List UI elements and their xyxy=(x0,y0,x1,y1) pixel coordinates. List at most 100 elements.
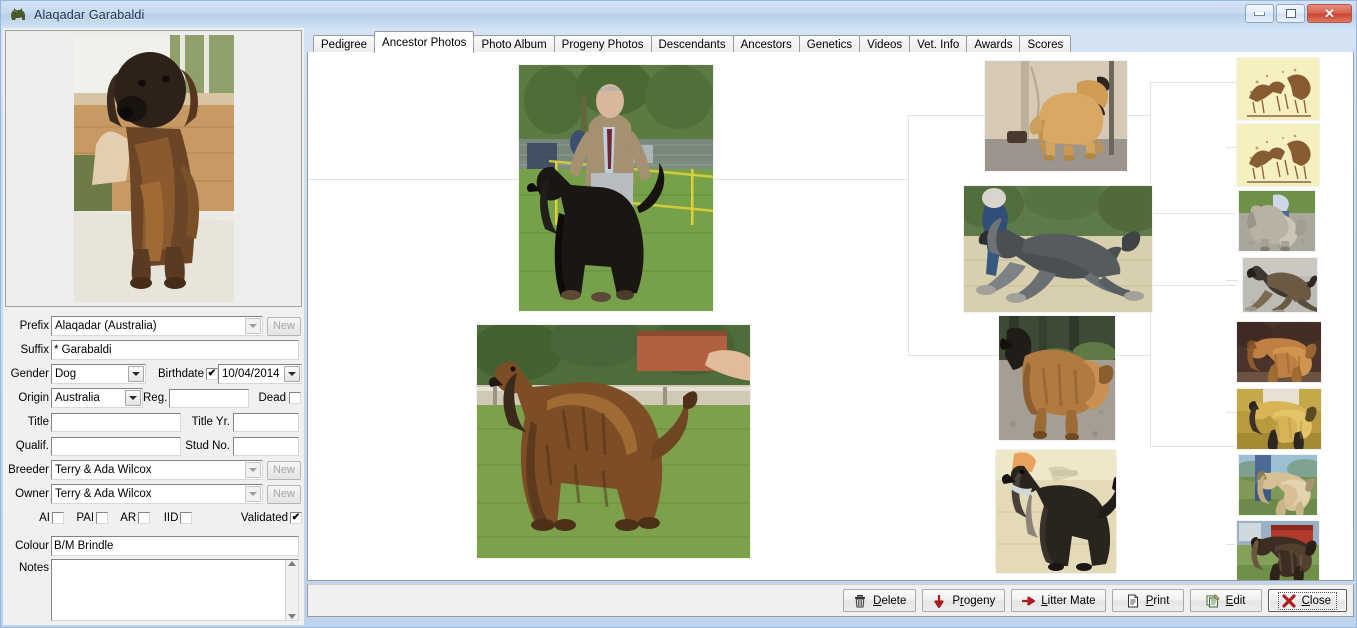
edit-icon xyxy=(1206,593,1220,608)
pedigree-photo-gg6[interactable] xyxy=(1236,388,1322,450)
dog-portrait-frame[interactable] xyxy=(5,30,302,307)
qualif-row: Qualif. Stud No. xyxy=(5,435,302,457)
chevron-down-icon[interactable] xyxy=(284,366,300,382)
birthdate-combo[interactable]: 10/04/2014 xyxy=(218,364,302,384)
birthdate-checkbox[interactable]: ✔ xyxy=(206,368,218,380)
qualif-input[interactable] xyxy=(51,436,181,456)
reg-input[interactable] xyxy=(169,388,249,408)
pedigree-photo-gg5[interactable] xyxy=(1236,321,1322,383)
scroll-down-icon[interactable] xyxy=(288,614,296,619)
title-yr-label: Title Yr. xyxy=(191,416,230,428)
breeder-combo[interactable]: Terry & Ada Wilcox xyxy=(51,460,263,480)
right-arrow-icon xyxy=(1021,594,1036,608)
pedigree-photo-sire-dam[interactable] xyxy=(995,449,1117,574)
progeny-button[interactable]: Progeny xyxy=(922,589,1006,612)
print-button[interactable]: Print xyxy=(1111,589,1184,612)
tab-ancestor-photos[interactable]: Ancestor Photos xyxy=(374,31,475,53)
iid-checkbox[interactable] xyxy=(180,512,193,524)
iid-label: IID xyxy=(163,512,179,524)
scroll-up-icon[interactable] xyxy=(288,561,296,566)
owner-row: Owner Terry & Ada Wilcox New xyxy=(5,483,302,505)
tab-descendants[interactable]: Descendants xyxy=(650,35,734,53)
close-button-action[interactable]: Close xyxy=(1267,589,1347,612)
owner-new-button[interactable]: New xyxy=(267,484,301,504)
trash-icon xyxy=(853,594,867,608)
close-icon: ✕ xyxy=(1324,6,1335,21)
suffix-input[interactable]: * Garabaldi xyxy=(51,340,299,360)
tab-bar: Pedigree Ancestor Photos Photo Album Pro… xyxy=(307,28,1354,53)
notes-scrollbar[interactable] xyxy=(285,560,298,620)
ai-checkbox[interactable] xyxy=(52,512,65,524)
chevron-down-icon[interactable] xyxy=(128,366,144,382)
pedigree-photo-gg1[interactable] xyxy=(1236,57,1320,121)
progeny-label: Progeny xyxy=(952,594,996,607)
pedigree-photo-gg7[interactable] xyxy=(1238,454,1318,516)
title-yr-input[interactable] xyxy=(233,412,299,432)
gender-birthdate-row: Gender Dog Birthdate ✔ 10/04/2014 xyxy=(5,363,302,385)
chevron-down-icon[interactable] xyxy=(245,486,261,502)
dog-form: Prefix Alaqadar (Australia) New Suffix *… xyxy=(5,313,302,623)
chevron-down-icon[interactable] xyxy=(245,318,261,334)
tab-vet-info[interactable]: Vet. Info xyxy=(909,35,968,53)
prefix-combo[interactable]: Alaqadar (Australia) xyxy=(51,316,263,336)
dog-icon xyxy=(9,7,27,23)
status-strip xyxy=(307,617,1354,625)
origin-value: Australia xyxy=(55,392,100,404)
tab-pedigree[interactable]: Pedigree xyxy=(313,35,376,53)
litter-mate-button[interactable]: Litter Mate xyxy=(1011,589,1106,612)
birthdate-label: Birthdate xyxy=(157,368,204,380)
chevron-down-icon[interactable] xyxy=(125,390,141,406)
chevron-down-icon[interactable] xyxy=(245,462,261,478)
dead-checkbox[interactable] xyxy=(289,392,301,404)
maximize-icon xyxy=(1285,9,1296,18)
connector-line xyxy=(1226,280,1238,281)
delete-button[interactable]: Delete xyxy=(843,589,917,612)
pedigree-photo-sire[interactable] xyxy=(984,60,1128,172)
tab-photo-album[interactable]: Photo Album xyxy=(473,35,555,53)
pedigree-photo-subject-lower[interactable] xyxy=(476,324,751,559)
tab-awards[interactable]: Awards xyxy=(966,35,1021,53)
window-title: Alaqadar Garabaldi xyxy=(34,7,145,22)
ar-checkbox[interactable] xyxy=(138,512,151,524)
notes-label: Notes xyxy=(18,562,49,574)
window-controls: ✕ xyxy=(1245,4,1352,23)
pedigree-photo-dam[interactable] xyxy=(963,185,1153,313)
litter-mate-label: Litter Mate xyxy=(1041,594,1096,607)
qualif-label: Qualif. xyxy=(15,440,49,452)
close-button[interactable]: ✕ xyxy=(1307,4,1352,23)
notes-textarea[interactable] xyxy=(51,559,299,621)
maximize-button[interactable] xyxy=(1276,4,1305,23)
tab-scores[interactable]: Scores xyxy=(1019,35,1072,53)
origin-combo[interactable]: Australia xyxy=(51,388,143,408)
prefix-new-button[interactable]: New xyxy=(267,316,301,336)
minimize-button[interactable] xyxy=(1245,4,1274,23)
owner-label: Owner xyxy=(15,488,49,500)
colour-label: Colour xyxy=(15,540,49,552)
pedigree-photo-sire-sire[interactable] xyxy=(998,315,1116,441)
pedigree-photo-gg8[interactable] xyxy=(1236,520,1320,580)
colour-input[interactable]: B/M Brindle xyxy=(51,536,299,556)
stud-no-input[interactable] xyxy=(233,436,299,456)
window-body: Prefix Alaqadar (Australia) New Suffix *… xyxy=(1,28,1356,627)
pedigree-photo-gg3[interactable] xyxy=(1238,190,1316,252)
edit-button[interactable]: Edit xyxy=(1189,589,1262,612)
suffix-label: Suffix xyxy=(20,344,49,356)
owner-combo[interactable]: Terry & Ada Wilcox xyxy=(51,484,263,504)
tab-ancestors[interactable]: Ancestors xyxy=(732,35,800,53)
dog-portrait-photo xyxy=(73,35,234,302)
pedigree-photo-gg4[interactable] xyxy=(1242,257,1318,313)
gender-combo[interactable]: Dog xyxy=(51,364,146,384)
tab-genetics[interactable]: Genetics xyxy=(798,35,861,53)
validated-checkbox[interactable]: ✔ xyxy=(290,512,302,524)
pai-checkbox[interactable] xyxy=(96,512,109,524)
owner-value: Terry & Ada Wilcox xyxy=(55,488,152,500)
breeder-new-button[interactable]: New xyxy=(267,460,301,480)
reg-label: Reg. xyxy=(143,392,168,404)
pai-label: PAI xyxy=(76,512,95,524)
pedigree-photo-subject[interactable] xyxy=(518,64,714,312)
tab-progeny-photos[interactable]: Progeny Photos xyxy=(553,35,652,53)
tab-videos[interactable]: Videos xyxy=(859,35,911,53)
notes-value xyxy=(52,560,285,620)
pedigree-photo-gg2[interactable] xyxy=(1236,123,1320,187)
title-input[interactable] xyxy=(51,412,181,432)
